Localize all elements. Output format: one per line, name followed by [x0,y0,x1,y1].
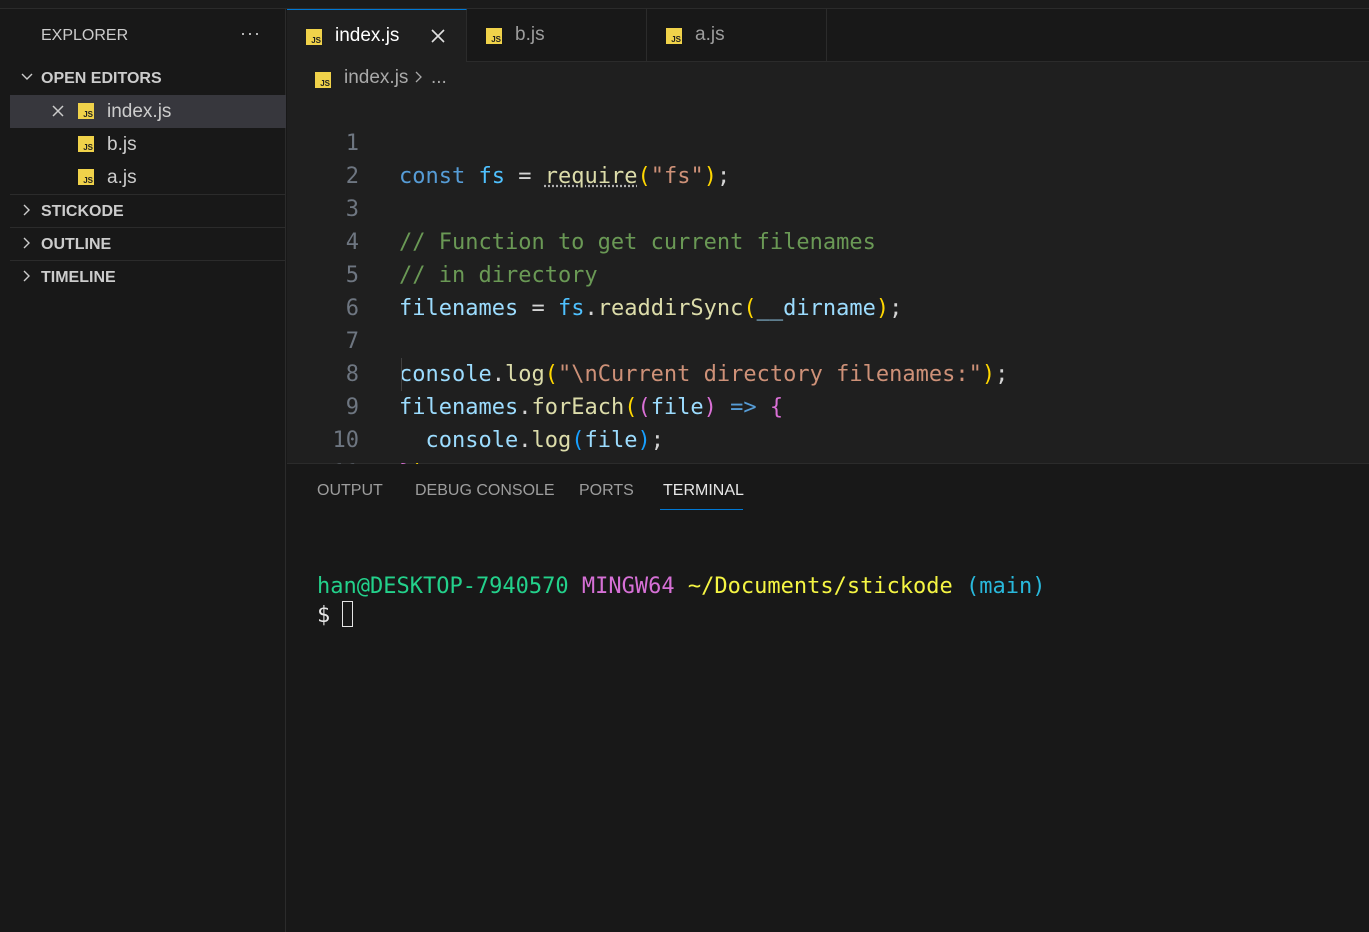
code-editor[interactable]: 1 const fs = require("fs"); 2 3 // Funct… [287,94,1369,486]
close-icon[interactable] [50,103,66,119]
code-line: 8 filenames.forEach((file) => { [287,325,1369,420]
javascript-file-icon: JS [78,169,94,185]
open-editor-item-a[interactable]: JS a.js [10,161,286,194]
code-line: 2 [287,127,1369,189]
code-line: 11 [287,424,1369,486]
open-editor-filename: index.js [107,101,172,122]
explorer-title: EXPLORER [41,27,129,44]
tab-a-js[interactable]: JS a.js [647,9,827,62]
code-line: 9 console.log(file); [287,358,1369,453]
close-icon[interactable] [430,28,446,44]
open-editors-label: OPEN EDITORS [41,70,162,87]
javascript-file-icon: JS [306,29,322,45]
code-line: 10 }); [287,391,1369,486]
terminal-prompt-symbol: $ [317,603,331,628]
open-editor-filename: b.js [107,134,137,155]
open-editor-item-b[interactable]: JS b.js [10,128,286,161]
terminal-branch: (main) [966,574,1046,599]
active-tab-indicator [660,509,743,510]
code-line: 4 // in directory [287,193,1369,288]
tab-label: b.js [515,24,545,45]
stickode-section-header[interactable]: STICKODE [10,194,286,227]
tab-label: index.js [335,25,400,46]
code-line: 3 // Function to get current filenames [287,160,1369,255]
javascript-file-icon: JS [315,72,331,88]
chevron-right-icon [23,237,30,249]
tab-output[interactable]: OUTPUT [317,482,383,500]
terminal-cursor [342,601,354,627]
section-label: TIMELINE [41,269,116,286]
javascript-file-icon: JS [486,28,502,44]
tab-b-js[interactable]: JS b.js [467,9,647,62]
javascript-file-icon: JS [666,28,682,44]
outline-section-header[interactable]: OUTLINE [10,227,286,260]
editor-tab-bar: JS index.js JS b.js JS a.js [287,9,1369,62]
chevron-right-icon [415,71,422,83]
tab-label: a.js [695,24,725,45]
breadcrumb: JS index.js ... [287,62,1369,94]
timeline-section-header[interactable]: TIMELINE [10,260,286,293]
tab-terminal[interactable]: TERMINAL [663,482,744,500]
section-label: STICKODE [41,203,124,220]
breadcrumb-symbols[interactable]: ... [431,67,447,89]
breadcrumb-file[interactable]: index.js [344,67,408,89]
open-editor-item-index[interactable]: JS index.js [10,95,286,128]
chevron-down-icon [21,73,33,80]
tab-index-js[interactable]: JS index.js [287,9,467,62]
terminal-user-host: han@DESKTOP-7940570 [317,574,569,599]
code-line: 6 [287,259,1369,321]
code-line: 1 const fs = require("fs"); [287,94,1369,189]
open-editor-filename: a.js [107,167,137,188]
tab-ports[interactable]: PORTS [579,482,634,500]
bottom-panel: OUTPUT DEBUG CONSOLE PORTS TERMINAL han@… [287,464,1369,932]
chevron-right-icon [23,270,30,282]
terminal-path: ~/Documents/stickode [687,574,953,599]
chevron-right-icon [23,204,30,216]
section-label: OUTLINE [41,236,112,253]
title-bar-strip [0,0,1369,9]
explorer-sidebar: EXPLORER ··· OPEN EDITORS JS index.js JS… [10,9,286,932]
code-line: 5 filenames = fs.readdirSync(__dirname); [287,226,1369,321]
terminal-prompt-line: han@DESKTOP-7940570 MINGW64 ~/Documents/… [317,574,1046,599]
javascript-file-icon: JS [78,103,94,119]
tab-debug-console[interactable]: DEBUG CONSOLE [415,482,555,500]
open-editors-header[interactable]: OPEN EDITORS [10,62,286,95]
more-actions-icon[interactable]: ··· [240,23,261,44]
code-line: 7 console.log("\nCurrent directory filen… [287,292,1369,387]
terminal-shell: MINGW64 [581,574,675,599]
terminal-input-line[interactable]: $ [317,601,354,629]
javascript-file-icon: JS [78,136,94,152]
